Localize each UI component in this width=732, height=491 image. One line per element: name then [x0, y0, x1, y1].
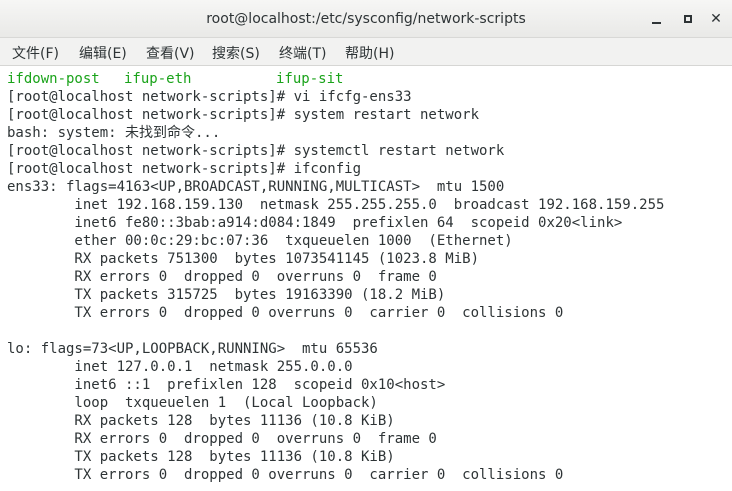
terminal-line: inet 192.168.159.130 netmask 255.255.255… [7, 197, 665, 213]
close-button[interactable]: ✕ [706, 9, 726, 29]
menu-view[interactable]: 查看(V) [146, 43, 195, 63]
ls-item-ifdown-post: ifdown-post [7, 71, 100, 87]
minimize-icon [651, 22, 661, 24]
menu-file[interactable]: 文件(F) [12, 43, 59, 63]
terminal-line: lo: flags=73<UP,LOOPBACK,RUNNING> mtu 65… [7, 341, 378, 357]
terminal-line: inet 127.0.0.1 netmask 255.0.0.0 [7, 359, 353, 375]
terminal-line: RX errors 0 dropped 0 overruns 0 frame 0 [7, 431, 437, 447]
maximize-icon [684, 15, 692, 23]
terminal-line: bash: system: 未找到命令... [7, 125, 221, 141]
terminal-line: TX errors 0 dropped 0 overruns 0 carrier… [7, 467, 564, 483]
terminal-line: TX packets 128 bytes 11136 (10.8 KiB) [7, 449, 395, 465]
terminal-line: RX packets 751300 bytes 1073541145 (1023… [7, 251, 480, 267]
terminal-line: ether 00:0c:29:bc:07:36 txqueuelen 1000 … [7, 233, 513, 249]
terminal-line: [root@localhost network-scripts]# system… [7, 107, 480, 123]
terminal-output[interactable]: ifdown-post ifup-eth ifup-sit [root@loca… [0, 67, 732, 491]
ls-item-ifup-sit: ifup-sit [276, 71, 344, 87]
menu-help[interactable]: 帮助(H) [345, 43, 394, 63]
terminal-line: ens33: flags=4163<UP,BROADCAST,RUNNING,M… [7, 179, 505, 195]
menubar: 文件(F) 编辑(E) 查看(V) 搜索(S) 终端(T) 帮助(H) [0, 38, 732, 66]
menu-edit[interactable]: 编辑(E) [79, 43, 127, 63]
terminal-line: RX packets 128 bytes 11136 (10.8 KiB) [7, 413, 395, 429]
terminal-line: inet6 fe80::3bab:a914:d084:1849 prefixle… [7, 215, 623, 231]
terminal-line: TX errors 0 dropped 0 overruns 0 carrier… [7, 305, 564, 321]
maximize-button[interactable] [678, 9, 698, 29]
terminal-line: inet6 ::1 prefixlen 128 scopeid 0x10<hos… [7, 377, 446, 393]
menu-search[interactable]: 搜索(S) [212, 43, 260, 63]
minimize-button[interactable] [646, 9, 666, 29]
terminal-line: TX packets 315725 bytes 19163390 (18.2 M… [7, 287, 446, 303]
terminal-line: [root@localhost network-scripts]# ifconf… [7, 161, 362, 177]
window-title: root@localhost:/etc/sysconfig/network-sc… [206, 11, 526, 27]
terminal-line: RX errors 0 dropped 0 overruns 0 frame 0 [7, 269, 437, 285]
terminal-line: [root@localhost network-scripts]# system… [7, 143, 505, 159]
ls-item-ifup-eth: ifup-eth [124, 71, 192, 87]
menu-terminal[interactable]: 终端(T) [279, 43, 326, 63]
terminal-line: loop txqueuelen 1 (Local Loopback) [7, 395, 378, 411]
window-titlebar[interactable]: root@localhost:/etc/sysconfig/network-sc… [0, 0, 732, 38]
terminal-line: [root@localhost network-scripts]# vi ifc… [7, 89, 412, 105]
close-icon: ✕ [710, 11, 722, 27]
